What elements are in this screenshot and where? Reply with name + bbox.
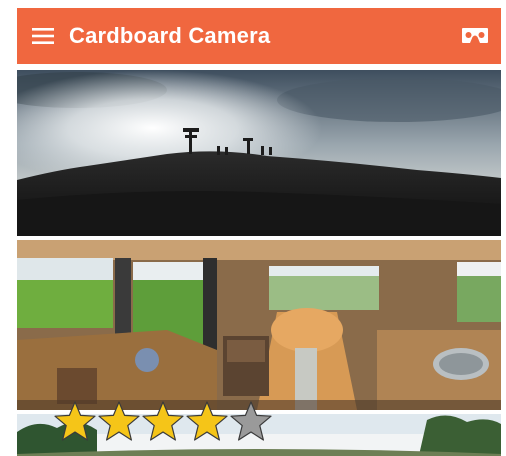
star-filled-icon [54,401,96,441]
star-filled-icon [98,401,140,441]
cardboard-vr-icon [462,28,488,43]
camper-van-interior-image [17,240,501,410]
menu-button[interactable] [17,8,69,64]
star-filled-icon [142,401,184,441]
app-frame: Cardboard Camera [17,8,501,456]
vr-view-button[interactable] [459,22,491,50]
app-title: Cardboard Camera [69,23,271,48]
star-filled-icon [186,401,228,441]
mountain-summit-image [17,70,501,236]
panorama-thumbnail-mountain[interactable] [17,70,501,236]
star-empty-icon [230,401,272,441]
panorama-thumbnail-camper-van[interactable] [17,240,501,410]
star-rating [53,400,273,444]
app-bar: Cardboard Camera [17,8,501,64]
hamburger-menu-icon [32,28,54,44]
